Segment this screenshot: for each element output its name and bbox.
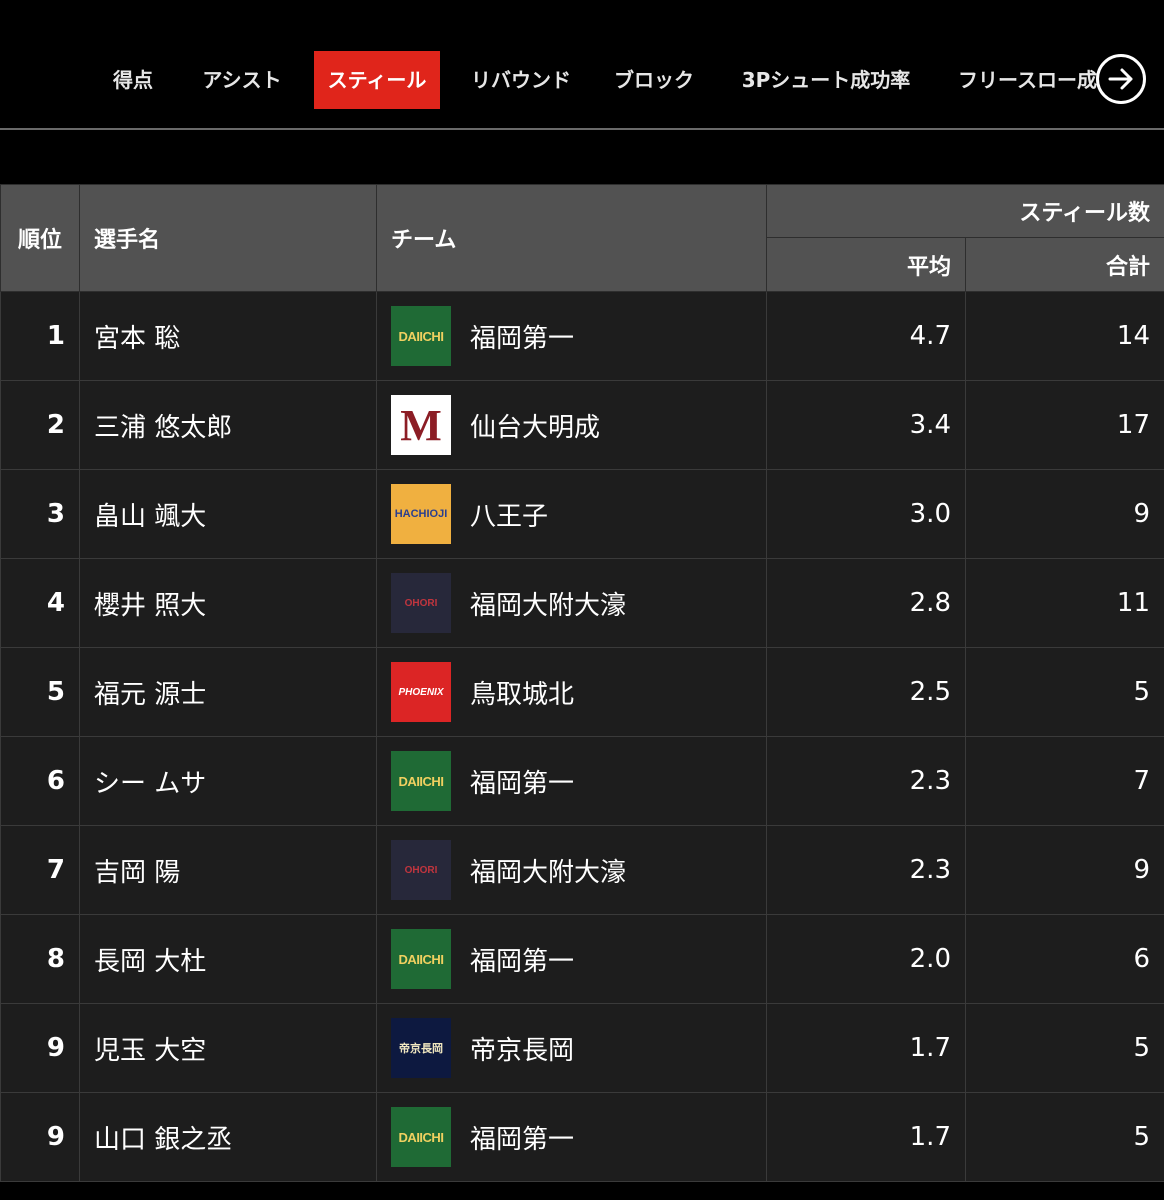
team-cell: M 仙台大明成 — [376, 380, 767, 470]
tab-free-throw-percentage[interactable]: フリースロー成功率 — [944, 51, 1100, 109]
team-name[interactable]: 福岡大附大濠 — [470, 852, 626, 889]
stat-tab-bar: 得点 アシスト スティール リバウンド ブロック 3Pシュート成功率 フリースロ… — [0, 0, 1164, 130]
tab-points[interactable]: 得点 — [98, 51, 168, 109]
team-name[interactable]: 福岡第一 — [470, 1119, 574, 1156]
table-row: 3 畠山 颯大 HACHIOJI 八王子 3.0 9 — [0, 469, 1164, 559]
team-name[interactable]: 八王子 — [470, 496, 548, 533]
rank-cell: 5 — [0, 647, 80, 737]
total-cell: 17 — [965, 380, 1164, 470]
table-row: 2 三浦 悠太郎 M 仙台大明成 3.4 17 — [0, 380, 1164, 470]
total-cell: 9 — [965, 825, 1164, 915]
average-cell: 2.5 — [766, 647, 966, 737]
total-cell: 5 — [965, 1003, 1164, 1093]
total-cell: 11 — [965, 558, 1164, 648]
player-name[interactable]: 畠山 颯大 — [79, 469, 377, 559]
player-name[interactable]: 山口 銀之丞 — [79, 1092, 377, 1182]
tab-rebounds[interactable]: リバウンド — [458, 51, 584, 109]
team-logo-icon: OHORI — [391, 840, 451, 900]
tab-steals[interactable]: スティール — [314, 51, 440, 109]
team-logo-icon: M — [391, 395, 451, 455]
average-cell: 1.7 — [766, 1092, 966, 1182]
table-row: 9 児玉 大空 帝京長岡 帝京長岡 1.7 5 — [0, 1003, 1164, 1093]
average-cell: 2.0 — [766, 914, 966, 1004]
team-cell: DAIICHI 福岡第一 — [376, 736, 767, 826]
rank-cell: 8 — [0, 914, 80, 1004]
player-name[interactable]: 長岡 大杜 — [79, 914, 377, 1004]
arrow-right-icon — [1108, 68, 1133, 90]
header-total: 合計 — [965, 237, 1164, 292]
table-row: 7 吉岡 陽 OHORI 福岡大附大濠 2.3 9 — [0, 825, 1164, 915]
steals-ranking-table: 順位 選手名 チーム スティール数 平均 合計 1 宮本 聡 DAIICHI 福岡… — [0, 184, 1164, 1182]
tab-3p-percentage[interactable]: 3Pシュート成功率 — [726, 51, 926, 109]
table-row: 6 シー ムサ DAIICHI 福岡第一 2.3 7 — [0, 736, 1164, 826]
team-logo-icon: 帝京長岡 — [391, 1018, 451, 1078]
team-name[interactable]: 帝京長岡 — [470, 1030, 574, 1067]
average-cell: 1.7 — [766, 1003, 966, 1093]
total-cell: 5 — [965, 647, 1164, 737]
total-cell: 9 — [965, 469, 1164, 559]
average-cell: 3.4 — [766, 380, 966, 470]
header-average: 平均 — [766, 237, 966, 292]
team-cell: DAIICHI 福岡第一 — [376, 914, 767, 1004]
team-logo-icon: PHOENIX — [391, 662, 451, 722]
tab-list: 得点 アシスト スティール リバウンド ブロック 3Pシュート成功率 フリースロ… — [0, 0, 1100, 128]
table-row: 8 長岡 大杜 DAIICHI 福岡第一 2.0 6 — [0, 914, 1164, 1004]
table-row: 9 山口 銀之丞 DAIICHI 福岡第一 1.7 5 — [0, 1092, 1164, 1182]
player-name[interactable]: 吉岡 陽 — [79, 825, 377, 915]
team-name[interactable]: 鳥取城北 — [470, 674, 574, 711]
team-cell: DAIICHI 福岡第一 — [376, 1092, 767, 1182]
team-cell: OHORI 福岡大附大濠 — [376, 558, 767, 648]
team-name[interactable]: 福岡第一 — [470, 941, 574, 978]
rank-cell: 9 — [0, 1092, 80, 1182]
team-logo-icon: HACHIOJI — [391, 484, 451, 544]
team-name[interactable]: 仙台大明成 — [470, 407, 600, 444]
team-cell: OHORI 福岡大附大濠 — [376, 825, 767, 915]
header-team: チーム — [376, 184, 767, 292]
total-cell: 7 — [965, 736, 1164, 826]
average-cell: 4.7 — [766, 291, 966, 381]
header-rank: 順位 — [0, 184, 80, 292]
team-logo-icon: OHORI — [391, 573, 451, 633]
team-name[interactable]: 福岡大附大濠 — [470, 585, 626, 622]
header-player: 選手名 — [79, 184, 377, 292]
team-cell: DAIICHI 福岡第一 — [376, 291, 767, 381]
average-cell: 2.3 — [766, 736, 966, 826]
header-steals: スティール数 — [766, 184, 1164, 238]
team-cell: PHOENIX 鳥取城北 — [376, 647, 767, 737]
player-name[interactable]: 児玉 大空 — [79, 1003, 377, 1093]
table-row: 5 福元 源士 PHOENIX 鳥取城北 2.5 5 — [0, 647, 1164, 737]
total-cell: 6 — [965, 914, 1164, 1004]
rank-cell: 6 — [0, 736, 80, 826]
team-name[interactable]: 福岡第一 — [470, 318, 574, 355]
rank-cell: 9 — [0, 1003, 80, 1093]
total-cell: 14 — [965, 291, 1164, 381]
player-name[interactable]: 福元 源士 — [79, 647, 377, 737]
team-cell: 帝京長岡 帝京長岡 — [376, 1003, 767, 1093]
table-row: 1 宮本 聡 DAIICHI 福岡第一 4.7 14 — [0, 291, 1164, 381]
team-logo-icon: DAIICHI — [391, 751, 451, 811]
team-logo-icon: DAIICHI — [391, 306, 451, 366]
table-row: 4 櫻井 照大 OHORI 福岡大附大濠 2.8 11 — [0, 558, 1164, 648]
player-name[interactable]: 三浦 悠太郎 — [79, 380, 377, 470]
average-cell: 2.3 — [766, 825, 966, 915]
team-cell: HACHIOJI 八王子 — [376, 469, 767, 559]
rank-cell: 7 — [0, 825, 80, 915]
player-name[interactable]: 櫻井 照大 — [79, 558, 377, 648]
tab-blocks[interactable]: ブロック — [602, 51, 706, 109]
team-logo-icon: DAIICHI — [391, 929, 451, 989]
player-name[interactable]: 宮本 聡 — [79, 291, 377, 381]
average-cell: 2.8 — [766, 558, 966, 648]
rank-cell: 1 — [0, 291, 80, 381]
rank-cell: 4 — [0, 558, 80, 648]
rank-cell: 2 — [0, 380, 80, 470]
next-tabs-button[interactable] — [1096, 54, 1146, 104]
rank-cell: 3 — [0, 469, 80, 559]
team-name[interactable]: 福岡第一 — [470, 763, 574, 800]
average-cell: 3.0 — [766, 469, 966, 559]
team-logo-icon: DAIICHI — [391, 1107, 451, 1167]
player-name[interactable]: シー ムサ — [79, 736, 377, 826]
total-cell: 5 — [965, 1092, 1164, 1182]
tab-assists[interactable]: アシスト — [190, 51, 294, 109]
